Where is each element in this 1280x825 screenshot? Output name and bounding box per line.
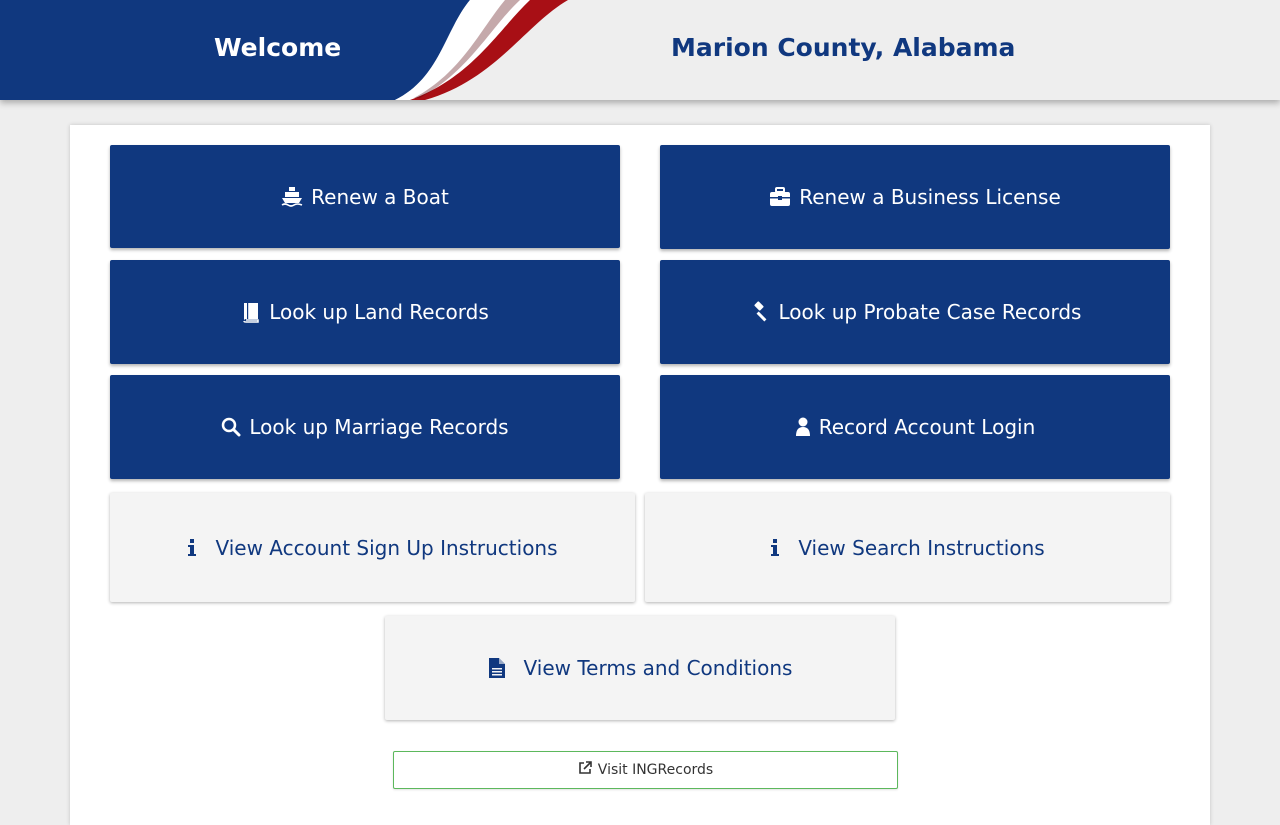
renew-boat-button[interactable]: Renew a Boat — [110, 145, 620, 248]
visit-ingrecords-label: Visit INGRecords — [597, 762, 714, 778]
account-signup-instructions-button[interactable]: View Account Sign Up Instructions — [110, 493, 635, 602]
terms-and-conditions-label: View Terms and Conditions — [523, 656, 793, 680]
land-records-button[interactable]: Look up Land Records — [110, 260, 620, 364]
land-records-label: Look up Land Records — [269, 300, 489, 324]
search-instructions-button[interactable]: View Search Instructions — [645, 493, 1170, 602]
county-title: Marion County, Alabama — [671, 33, 1016, 62]
probate-records-button[interactable]: Look up Probate Case Records — [660, 260, 1170, 364]
probate-records-label: Look up Probate Case Records — [778, 300, 1082, 324]
record-account-login-label: Record Account Login — [818, 415, 1036, 439]
search-icon — [221, 417, 241, 437]
renew-business-license-button[interactable]: Renew a Business License — [660, 145, 1170, 249]
main-card: Renew a Boat Renew a Business License Lo… — [70, 125, 1210, 825]
book-icon — [241, 301, 261, 323]
info-icon — [770, 538, 780, 557]
record-account-login-button[interactable]: Record Account Login — [660, 375, 1170, 479]
welcome-section: Welcome — [0, 0, 555, 100]
terms-and-conditions-button[interactable]: View Terms and Conditions — [385, 616, 895, 720]
marriage-records-label: Look up Marriage Records — [249, 415, 509, 439]
external-link-icon — [578, 761, 592, 779]
renew-business-license-label: Renew a Business License — [799, 185, 1061, 209]
briefcase-icon — [769, 187, 791, 207]
renew-boat-label: Renew a Boat — [311, 184, 449, 209]
welcome-title: Welcome — [214, 33, 342, 62]
ship-icon — [281, 186, 303, 208]
marriage-records-button[interactable]: Look up Marriage Records — [110, 375, 620, 479]
user-icon — [795, 417, 811, 437]
file-text-icon — [488, 657, 506, 679]
info-icon — [187, 538, 197, 557]
visit-ingrecords-link[interactable]: Visit INGRecords — [393, 751, 898, 789]
page-header: Welcome Marion County, Alabama — [0, 0, 1280, 100]
search-instructions-label: View Search Instructions — [798, 535, 1045, 560]
account-signup-instructions-label: View Account Sign Up Instructions — [215, 535, 558, 560]
gavel-icon — [749, 301, 771, 323]
